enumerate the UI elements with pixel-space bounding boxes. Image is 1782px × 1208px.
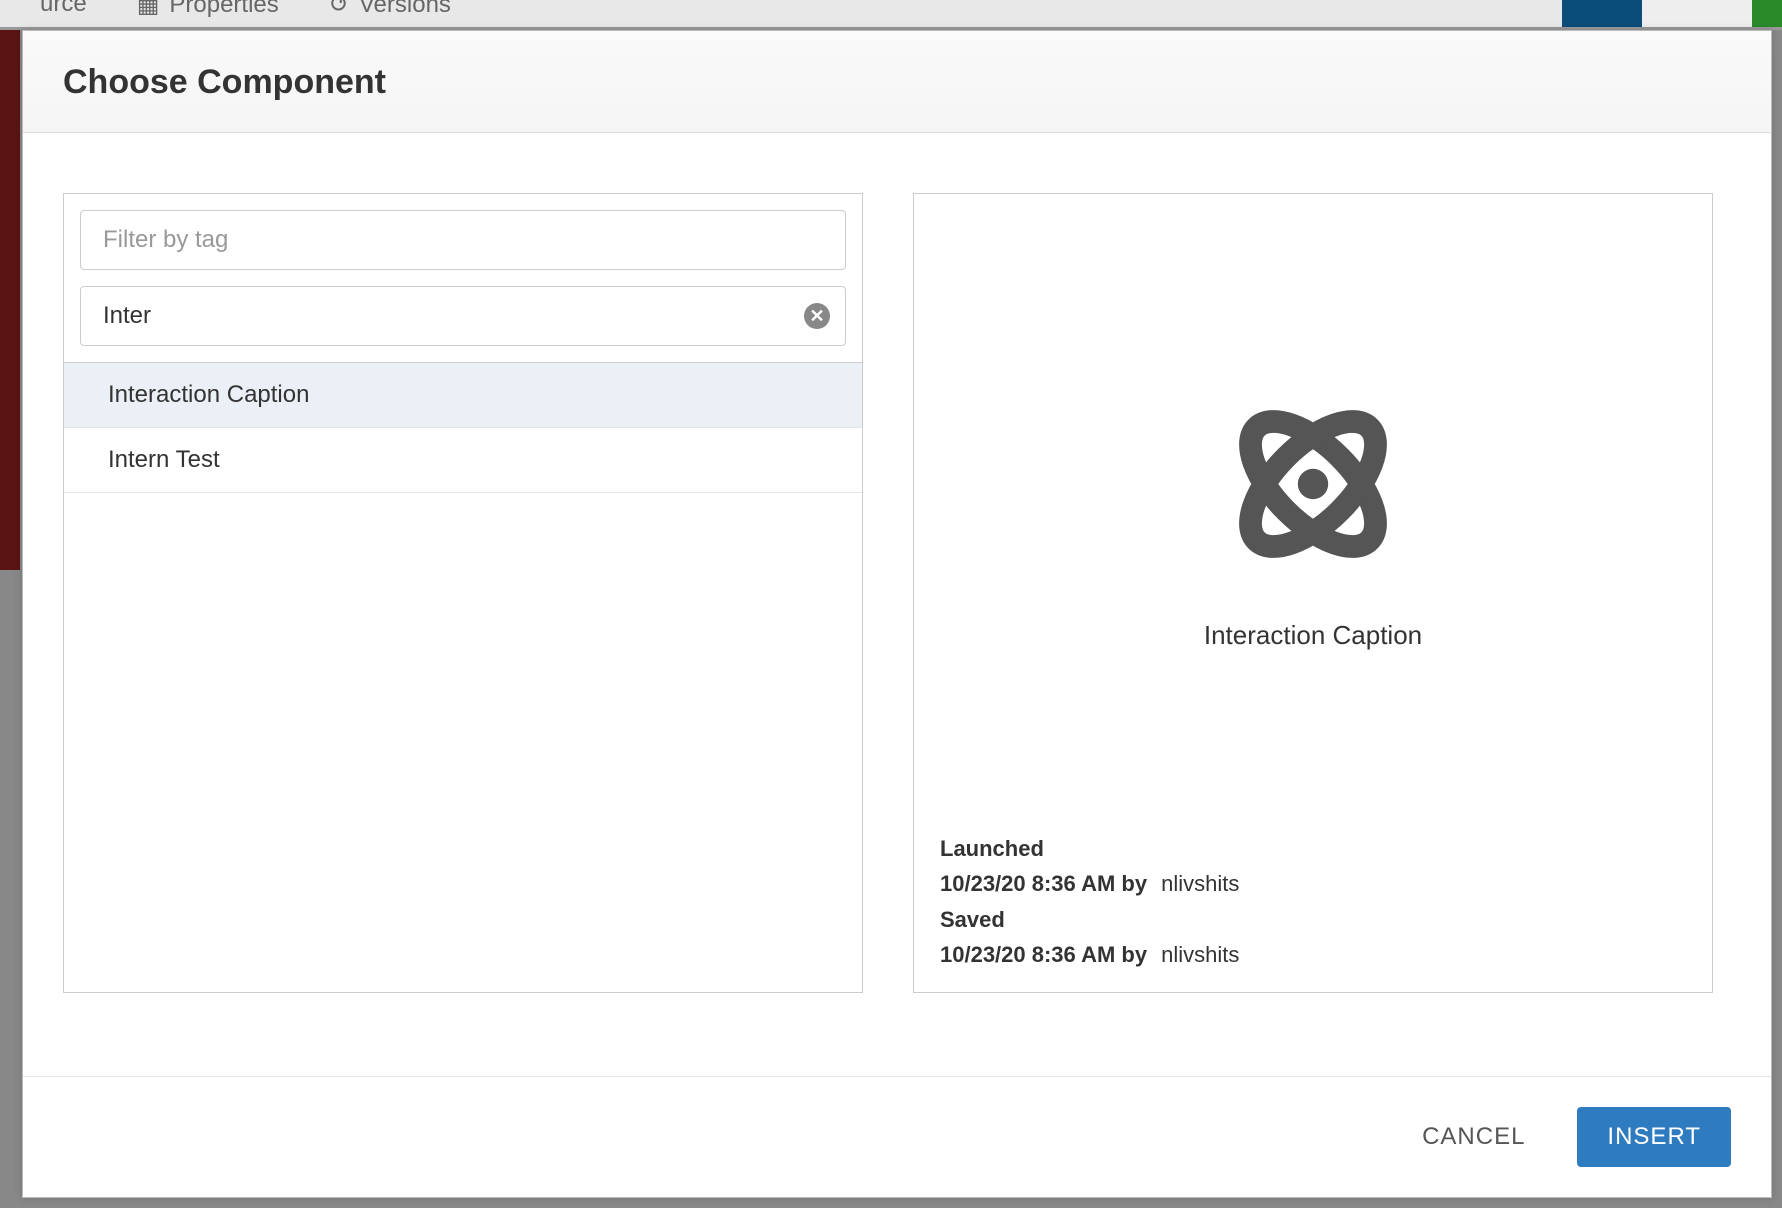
component-preview-panel: Interaction Caption Launched 10/23/20 8:… [913,193,1713,993]
saved-datetime: 10/23/20 8:36 AM by [940,937,1147,972]
background-toolbar: urce ▦ Properties ↺ Versions [0,0,1782,30]
search-input[interactable] [80,286,846,346]
modal-body: ✕ Interaction Caption Intern Test [23,133,1771,1076]
launched-user: nlivshits [1161,866,1239,901]
history-icon: ↺ [329,0,349,19]
component-list-panel: ✕ Interaction Caption Intern Test [63,193,863,993]
tag-filter-input[interactable] [80,210,846,270]
clear-search-button[interactable]: ✕ [804,303,830,329]
cancel-button[interactable]: CANCEL [1410,1109,1537,1165]
launched-label: Launched [940,831,1686,866]
toolbar-label: urce [40,0,87,18]
launched-datetime: 10/23/20 8:36 AM by [940,866,1147,901]
toolbar-box-blue [1562,0,1642,28]
saved-user: nlivshits [1161,937,1239,972]
close-icon: ✕ [809,306,824,327]
modal-header: Choose Component [23,31,1771,133]
background-image-strip [0,30,20,570]
toolbar-label: Properties [169,0,278,19]
result-label: Interaction Caption [108,381,309,408]
toolbar-label: Versions [359,0,451,19]
result-item[interactable]: Interaction Caption [64,363,862,428]
saved-row: 10/23/20 8:36 AM by nlivshits [940,937,1686,972]
preview-center: Interaction Caption [934,214,1692,825]
toolbar-box-green [1752,0,1782,28]
tag-filter-row [80,210,846,270]
atom-icon [1218,389,1408,584]
toolbar-item-properties: ▦ Properties [137,0,279,19]
result-item[interactable]: Intern Test [64,428,862,493]
results-list: Interaction Caption Intern Test [64,362,862,992]
launched-row: 10/23/20 8:36 AM by nlivshits [940,866,1686,901]
toolbar-item-source: urce [40,0,87,18]
preview-metadata: Launched 10/23/20 8:36 AM by nlivshits S… [934,825,1692,972]
toolbar-box-light [1642,0,1752,28]
modal-footer: CANCEL INSERT [23,1076,1771,1197]
search-row: ✕ [80,286,846,346]
modal-title: Choose Component [63,63,1731,102]
grid-icon: ▦ [137,0,160,19]
toolbar-item-versions: ↺ Versions [329,0,451,19]
result-label: Intern Test [108,446,220,473]
saved-label: Saved [940,902,1686,937]
preview-title: Interaction Caption [1204,620,1422,651]
choose-component-modal: Choose Component ✕ Interaction Caption [22,30,1772,1198]
toolbar-right [1562,0,1782,28]
filter-area: ✕ [64,194,862,362]
insert-button[interactable]: INSERT [1577,1107,1731,1167]
